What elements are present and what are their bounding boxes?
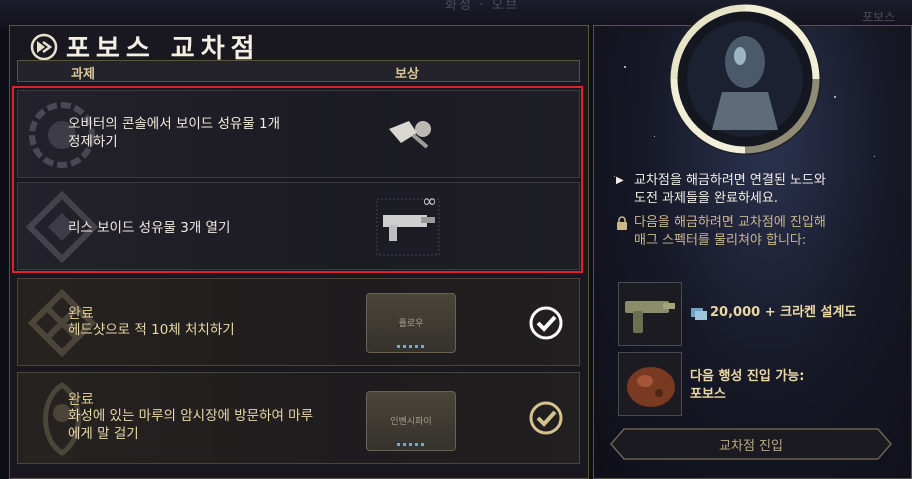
lock-icon — [617, 216, 627, 230]
column-header-task: 과제 — [71, 67, 95, 82]
checkmark-icon — [529, 306, 563, 340]
star — [654, 136, 655, 137]
task-description: 화성에 있는 마루의 암시장에 방문하여 마루 에게 말 걸기 — [68, 407, 313, 443]
lock-requirement: 다음을 해금하려면 교차점에 진입해 매그 스펙터를 물리쳐야 합니다: — [634, 214, 826, 250]
reward-card[interactable]: 인벤시파이 — [366, 391, 456, 451]
planet-unlock-line1: 다음 행성 진입 가능: — [690, 369, 805, 384]
task-status-complete: 완료 — [68, 392, 94, 408]
task-row-refine-relic[interactable]: 오비터의 콘솔에서 보이드 성유물 1개 정제하기 — [17, 90, 580, 178]
enter-junction-label: 교차점 진입 — [719, 439, 783, 454]
star — [614, 176, 615, 177]
checkmark-icon — [529, 401, 563, 435]
weapon-reward-text: 20,000 + 크라켄 설계도 — [710, 305, 857, 320]
lock-line2: 매그 스펙터를 물리쳐야 합니다: — [634, 233, 807, 248]
specter-portrait — [669, 3, 821, 155]
task-status-complete: 완료 — [68, 306, 94, 322]
reward-slot-planet[interactable] — [618, 352, 682, 416]
task-text-line2: 정제하기 — [68, 134, 118, 150]
phobos-planet-icon — [627, 367, 675, 407]
reward-slot-weapon[interactable] — [618, 282, 682, 346]
info-line2: 도전 과제들을 완료하세요. — [634, 191, 778, 206]
bullet-arrow-icon: ▶ — [616, 175, 624, 186]
task-description: 오비터의 콘솔에서 보이드 성유물 1개 정제하기 — [68, 115, 280, 151]
star — [624, 66, 626, 68]
kraken-pistol-icon — [625, 301, 675, 333]
reward-item-icon[interactable] — [383, 111, 439, 155]
background-right-label: 포보스 — [862, 10, 896, 24]
task-row-visit-maroo[interactable]: 완료 화성에 있는 마루의 암시장에 방문하여 마루 에게 말 걸기 인벤시파이 — [17, 372, 580, 464]
task-text-line1: 헤드샷으로 적 10체 처치하기 — [68, 322, 235, 338]
star — [874, 156, 875, 157]
info-line1: 교차점을 해금하려면 연결된 노드와 — [634, 173, 826, 188]
star — [834, 96, 836, 98]
task-description: 리스 보이드 성유물 3개 열기 — [68, 219, 230, 237]
task-text-line2: 에게 말 걸기 — [68, 426, 139, 442]
column-header-reward: 보상 — [395, 67, 419, 82]
task-description: 헤드샷으로 적 10체 처치하기 — [68, 321, 235, 339]
junction-emblem-icon — [30, 33, 58, 60]
reward-card-indicator — [397, 345, 425, 348]
unlock-instructions: 교차점을 해금하려면 연결된 노드와 도전 과제들을 완료하세요. — [634, 172, 826, 208]
task-text-line1: 오비터의 콘솔에서 보이드 성유물 1개 — [68, 116, 281, 132]
task-row-open-relics[interactable]: 리스 보이드 성유물 3개 열기 ∞ — [17, 182, 580, 270]
task-text-line1: 화성에 있는 마루의 암시장에 방문하여 마루 — [68, 408, 314, 424]
table-header: 과제 보상 — [17, 60, 580, 82]
task-text-line1: 리스 보이드 성유물 3개 열기 — [68, 220, 231, 236]
reward-card-label: 플로우 — [398, 319, 424, 329]
reward-quantity-infinite: ∞ — [422, 191, 437, 212]
background-node-label: 화성 · 오브 — [445, 0, 520, 13]
reward-card[interactable]: 플로우 — [366, 293, 456, 353]
lock-line1: 다음을 해금하려면 교차점에 진입해 — [634, 215, 826, 230]
reward-blueprint-icon[interactable] — [373, 195, 453, 259]
reward-card-indicator — [397, 443, 425, 446]
credits-icon — [691, 308, 707, 320]
reward-card-label: 인벤시파이 — [390, 417, 432, 427]
planet-unlock-line2: 포보스 — [690, 387, 726, 402]
planet-unlock-text: 다음 행성 진입 가능: 포보스 — [690, 368, 804, 404]
task-row-headshots[interactable]: 완료 헤드샷으로 적 10체 처치하기 플로우 — [17, 278, 580, 366]
